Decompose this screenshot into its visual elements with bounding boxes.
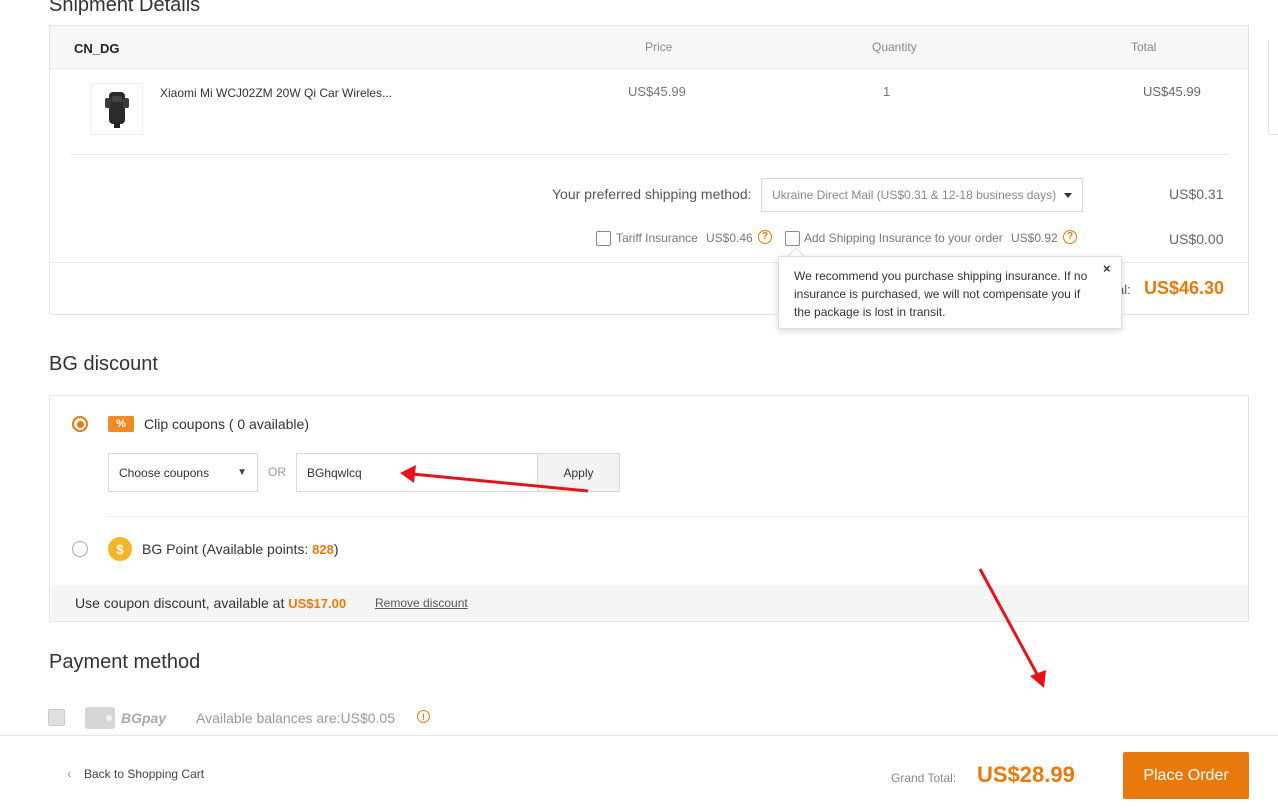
annotation-arrows	[400, 465, 1046, 688]
checkout-bottom-bar: ‹ Back to Shopping Cart Grand Total: US$…	[0, 735, 1278, 809]
chevron-left-icon: ‹	[67, 765, 72, 781]
place-order-button[interactable]: Place Order	[1123, 752, 1249, 799]
arrow-to-grand-total	[978, 568, 1040, 677]
arrow-to-coupon-input	[411, 472, 589, 493]
grand-total-value: US$28.99	[977, 762, 1075, 787]
arrowhead-total	[1030, 670, 1046, 688]
arrowhead-coupon	[400, 465, 416, 483]
back-to-cart-link[interactable]: Back to Shopping Cart	[84, 767, 204, 781]
grand-total-label: Grand Total:	[891, 771, 957, 785]
